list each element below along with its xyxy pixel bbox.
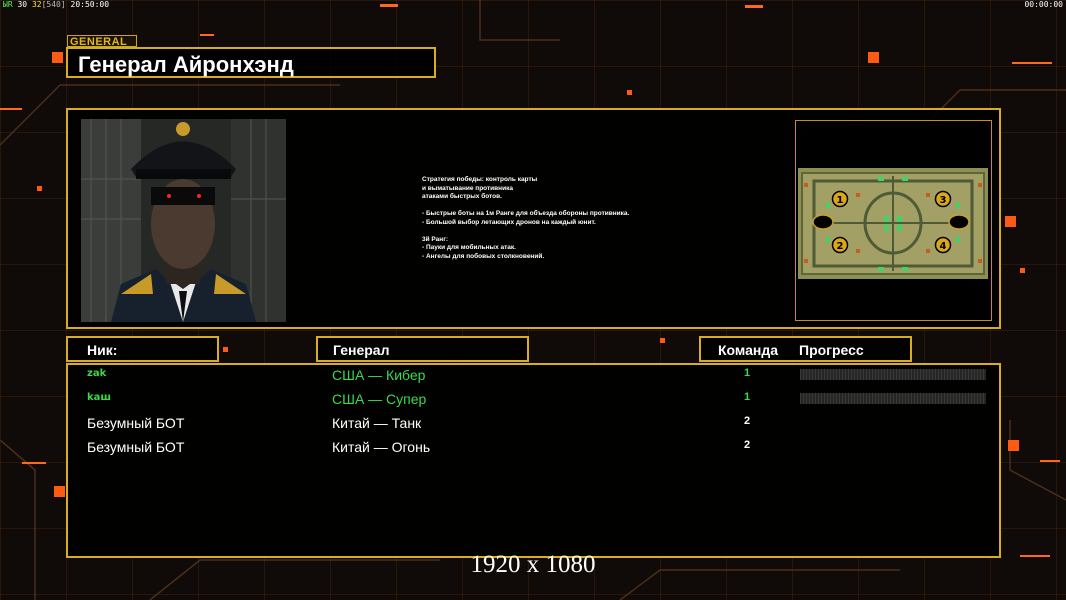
player-general: США — Кибер xyxy=(332,367,426,383)
general-info-panel: Стратегия победы: контроль карты и вымат… xyxy=(66,108,1001,329)
header-nick-label: Ник: xyxy=(87,342,118,358)
fps-counter: ЫR 30 32[540] 20:50:00 xyxy=(3,0,109,9)
player-team: 2 xyxy=(744,439,751,451)
header-general-label: Генерал xyxy=(333,342,390,358)
map-image: 1 2 3 4 xyxy=(796,121,991,320)
map-marker-4: 4 xyxy=(940,241,947,252)
player-progress-bar xyxy=(800,393,986,404)
hud-prefix: ЫR xyxy=(3,0,13,9)
player-general: Китай — Огонь xyxy=(332,439,431,455)
hud-fps: 30 xyxy=(17,0,28,9)
header-nick: Ник: xyxy=(66,336,219,362)
general-title: Генерал Айронхэнд xyxy=(78,52,294,77)
header-team-label: Команда xyxy=(718,342,778,358)
player-team: 1 xyxy=(744,391,751,403)
player-nick: Безумный БОТ xyxy=(87,415,185,431)
player-row[interactable]: kaш США — Супер 1 xyxy=(68,389,999,413)
title-box: Генерал Айронхэнд xyxy=(66,47,436,78)
player-team: 1 xyxy=(744,367,751,379)
player-nick: Безумный БОТ xyxy=(87,439,185,455)
general-description: Стратегия победы: контроль карты и вымат… xyxy=(422,176,630,260)
player-nick: kaш xyxy=(87,392,112,403)
player-general: США — Супер xyxy=(332,391,427,407)
resolution-label: 1920 x 1080 xyxy=(470,551,596,578)
header-progress-label: Прогресс xyxy=(799,342,864,358)
map-marker-3: 3 xyxy=(940,195,947,206)
player-general: Китай — Танк xyxy=(332,415,422,431)
player-row[interactable]: zak США — Кибер 1 xyxy=(68,365,999,389)
hud-bracket: [540] xyxy=(41,0,66,9)
player-row[interactable]: Безумный БОТ Китай — Огонь 2 xyxy=(68,437,999,461)
game-timer: 00:00:00 xyxy=(1024,0,1063,9)
map-marker-1: 1 xyxy=(837,195,844,206)
map-marker-2: 2 xyxy=(837,241,844,252)
player-team: 2 xyxy=(744,415,751,427)
player-row[interactable]: Безумный БОТ Китай — Танк 2 xyxy=(68,413,999,437)
general-portrait xyxy=(81,119,286,322)
portrait-image xyxy=(81,119,286,322)
map-preview[interactable]: 1 2 3 4 xyxy=(795,120,992,321)
player-nick: zak xyxy=(87,368,107,379)
header-team-progress: Команда Прогресс xyxy=(699,336,912,362)
players-list: zak США — Кибер 1 kaш США — Супер 1 Безу… xyxy=(66,363,1001,558)
general-tag: GENERAL xyxy=(67,35,137,48)
hud-clock: 20:50:00 xyxy=(70,0,110,9)
header-general: Генерал xyxy=(316,336,529,362)
hud-fps-limit: 32 xyxy=(31,0,42,9)
player-progress-bar xyxy=(800,369,986,380)
